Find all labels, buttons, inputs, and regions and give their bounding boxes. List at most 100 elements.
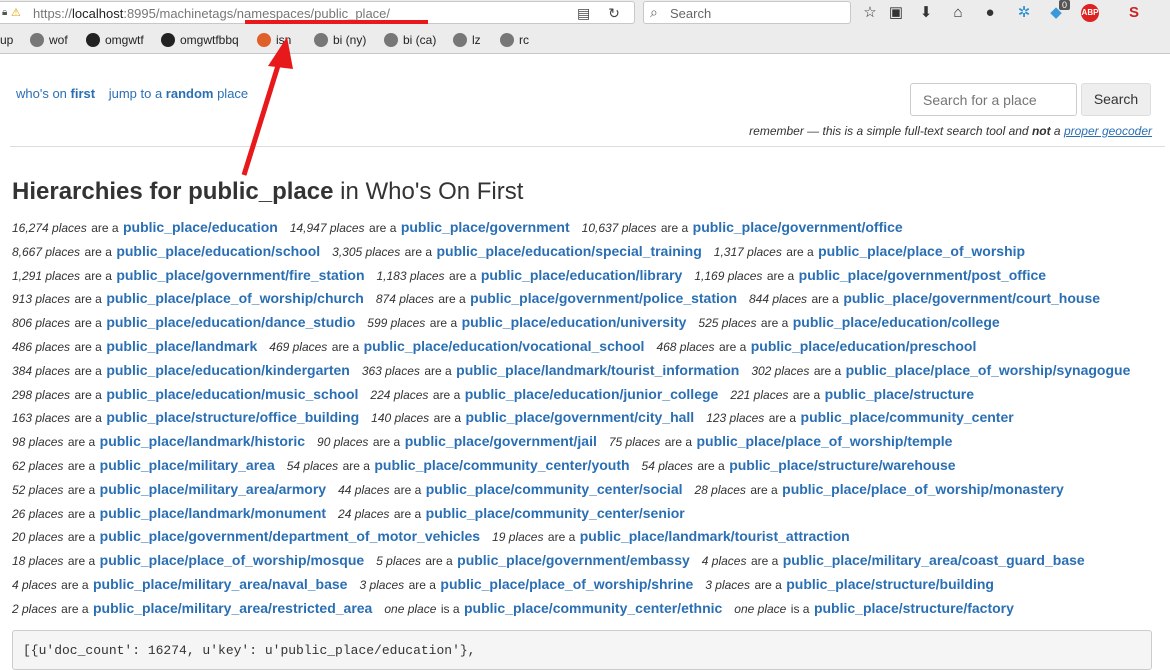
geocoder-link[interactable]: proper geocoder: [1064, 124, 1152, 138]
bookmark-wof[interactable]: wof: [30, 33, 68, 47]
wof-home-link[interactable]: who's on first: [16, 86, 95, 101]
place-search-input[interactable]: [910, 83, 1077, 116]
search-button[interactable]: Search: [1081, 83, 1151, 116]
machinetag-link[interactable]: public_place/place_of_worship/church: [106, 290, 364, 306]
hierarchy-entry: 3 places are a public_place/place_of_wor…: [359, 573, 693, 598]
verb-text: are a: [331, 339, 360, 354]
machinetag-link[interactable]: public_place/education/kindergarten: [106, 362, 350, 378]
verb-text: are a: [768, 411, 797, 426]
machinetag-link[interactable]: public_place/education/special_training: [436, 243, 701, 259]
machinetag-link[interactable]: public_place/landmark/historic: [100, 433, 305, 449]
machinetag-link[interactable]: public_place/education/college: [793, 314, 1000, 330]
machinetag-link[interactable]: public_place/military_area/armory: [100, 481, 326, 497]
machinetag-link[interactable]: public_place/structure: [825, 386, 974, 402]
verb-text: are a: [342, 458, 370, 473]
machinetag-link[interactable]: public_place/government/jail: [405, 433, 597, 449]
place-count: 98 places: [12, 435, 64, 450]
globe-icon: [314, 33, 328, 47]
adblock-icon[interactable]: ABP: [1081, 4, 1099, 22]
chat-icon[interactable]: ●: [980, 3, 1000, 23]
machinetag-link[interactable]: public_place/community_center: [801, 409, 1014, 425]
browser-search-bar[interactable]: ⌕ Search: [643, 1, 851, 24]
home-icon[interactable]: ⌂: [948, 3, 968, 23]
machinetag-link[interactable]: public_place/landmark/monument: [100, 505, 326, 521]
machinetag-link[interactable]: public_place/place_of_worship/mosque: [100, 552, 365, 568]
machinetag-link[interactable]: public_place/place_of_worship/temple: [697, 433, 953, 449]
random-place-link[interactable]: jump to a random place: [109, 86, 248, 101]
machinetag-link[interactable]: public_place/structure/office_building: [106, 409, 359, 425]
machinetag-link[interactable]: public_place/structure/factory: [814, 600, 1014, 616]
machinetag-link[interactable]: public_place/community_center/social: [426, 481, 683, 497]
machinetag-link[interactable]: public_place/military_area/coast_guard_b…: [783, 552, 1085, 568]
verb-text: are a: [67, 435, 96, 450]
machinetag-link[interactable]: public_place/structure/building: [786, 576, 994, 592]
bookmark-bi-ca[interactable]: bi (ca): [384, 33, 436, 47]
machinetag-link[interactable]: public_place/government/city_hall: [465, 409, 694, 425]
machinetag-link[interactable]: public_place/education/library: [481, 267, 683, 283]
machinetag-link[interactable]: public_place/education: [123, 219, 278, 235]
star-icon[interactable]: ☆: [860, 3, 880, 23]
machinetag-link[interactable]: public_place/community_center/ethnic: [464, 600, 722, 616]
machinetag-link[interactable]: public_place/education/preschool: [751, 338, 977, 354]
reader-view-icon[interactable]: ▤: [577, 5, 590, 21]
verb-text: are a: [393, 482, 422, 497]
bug-icon[interactable]: ✲: [1014, 3, 1034, 23]
machinetag-link[interactable]: public_place/landmark/tourist_attraction: [580, 528, 850, 544]
machinetag-link[interactable]: public_place/government/office: [693, 219, 903, 235]
machinetag-link[interactable]: public_place/government/fire_station: [116, 267, 364, 283]
machinetag-link[interactable]: public_place/government/court_house: [843, 290, 1100, 306]
machinetag-link[interactable]: public_place/education/dance_studio: [106, 314, 355, 330]
bookmark-bi-ny[interactable]: bi (ny): [314, 33, 366, 47]
machinetag-link[interactable]: public_place/community_center/youth: [374, 457, 629, 473]
machinetag-link[interactable]: public_place/education/school: [116, 243, 320, 259]
machinetag-link[interactable]: public_place/education/university: [462, 314, 687, 330]
place-count: 4 places: [701, 554, 747, 569]
bookmark-omgwtfbbq[interactable]: omgwtfbbq: [161, 33, 239, 47]
globe-icon: [384, 33, 398, 47]
place-count: 18 places: [12, 554, 64, 569]
machinetag-link[interactable]: public_place/landmark: [106, 338, 257, 354]
reading-list-icon[interactable]: ▣: [886, 3, 906, 23]
bookmark-omgwtf[interactable]: omgwtf: [86, 33, 144, 47]
verb-text: are a: [718, 339, 747, 354]
machinetag-link[interactable]: public_place/military_area/naval_base: [93, 576, 347, 592]
machinetag-link[interactable]: public_place/place_of_worship/monastery: [782, 481, 1064, 497]
url-bar[interactable]: 🔒︎ ⚠ https://localhost:8995/machinetags/…: [0, 1, 635, 24]
machinetag-link[interactable]: public_place/education/music_school: [106, 386, 358, 402]
reload-icon[interactable]: ↻: [608, 5, 620, 21]
machinetag-link[interactable]: public_place/place_of_worship: [818, 243, 1025, 259]
download-icon[interactable]: ⬇: [916, 3, 936, 23]
machinetag-link[interactable]: public_place/government/post_office: [799, 267, 1046, 283]
browser-search-placeholder: Search: [670, 6, 712, 21]
bookmark-lz[interactable]: lz: [453, 33, 481, 47]
machinetag-link[interactable]: public_place/place_of_worship/shrine: [440, 576, 693, 592]
hierarchy-entry: 140 places are a public_place/government…: [371, 406, 694, 431]
machinetag-link[interactable]: public_place/landmark/tourist_informatio…: [456, 362, 739, 378]
bookmarks-bar: up wof omgwtf omgwtfbbq isn bi (ny) bi (…: [0, 27, 1170, 54]
hierarchy-entry: 19 places are a public_place/landmark/to…: [492, 525, 850, 550]
bookmark-isn[interactable]: isn: [257, 33, 291, 47]
machinetag-link[interactable]: public_place/place_of_worship/synagogue: [846, 362, 1131, 378]
place-count: 24 places: [338, 506, 390, 521]
machinetag-link[interactable]: public_place/education/vocational_school: [364, 338, 645, 354]
machinetag-link[interactable]: public_place/military_area/restricted_ar…: [93, 600, 372, 616]
verb-text: are a: [74, 411, 102, 426]
bookmark-up[interactable]: up: [0, 33, 13, 47]
s-extension-icon[interactable]: S: [1124, 3, 1144, 23]
machinetag-link[interactable]: public_place/structure/warehouse: [729, 457, 955, 473]
machinetag-link[interactable]: public_place/community_center/senior: [426, 505, 685, 521]
machinetag-link[interactable]: public_place/government: [401, 219, 570, 235]
verb-text: are a: [547, 530, 576, 545]
hierarchy-entry: 486 places are a public_place/landmark: [12, 335, 257, 360]
url-text[interactable]: https://localhost:8995/machinetags/names…: [33, 6, 390, 21]
machinetag-link[interactable]: public_place/education/junior_college: [465, 386, 719, 402]
machinetag-link[interactable]: public_place/government/embassy: [457, 552, 690, 568]
machinetag-link[interactable]: public_place/government/police_station: [470, 290, 737, 306]
place-count: 806 places: [12, 316, 71, 331]
machinetag-link[interactable]: public_place/government/department_of_mo…: [100, 528, 480, 544]
bookmark-rc[interactable]: rc: [500, 33, 529, 47]
hierarchy-row: 384 places are a public_place/education/…: [12, 359, 1162, 383]
place-count: 90 places: [317, 435, 369, 450]
verb-text: are a: [760, 316, 789, 331]
machinetag-link[interactable]: public_place/military_area: [100, 457, 275, 473]
